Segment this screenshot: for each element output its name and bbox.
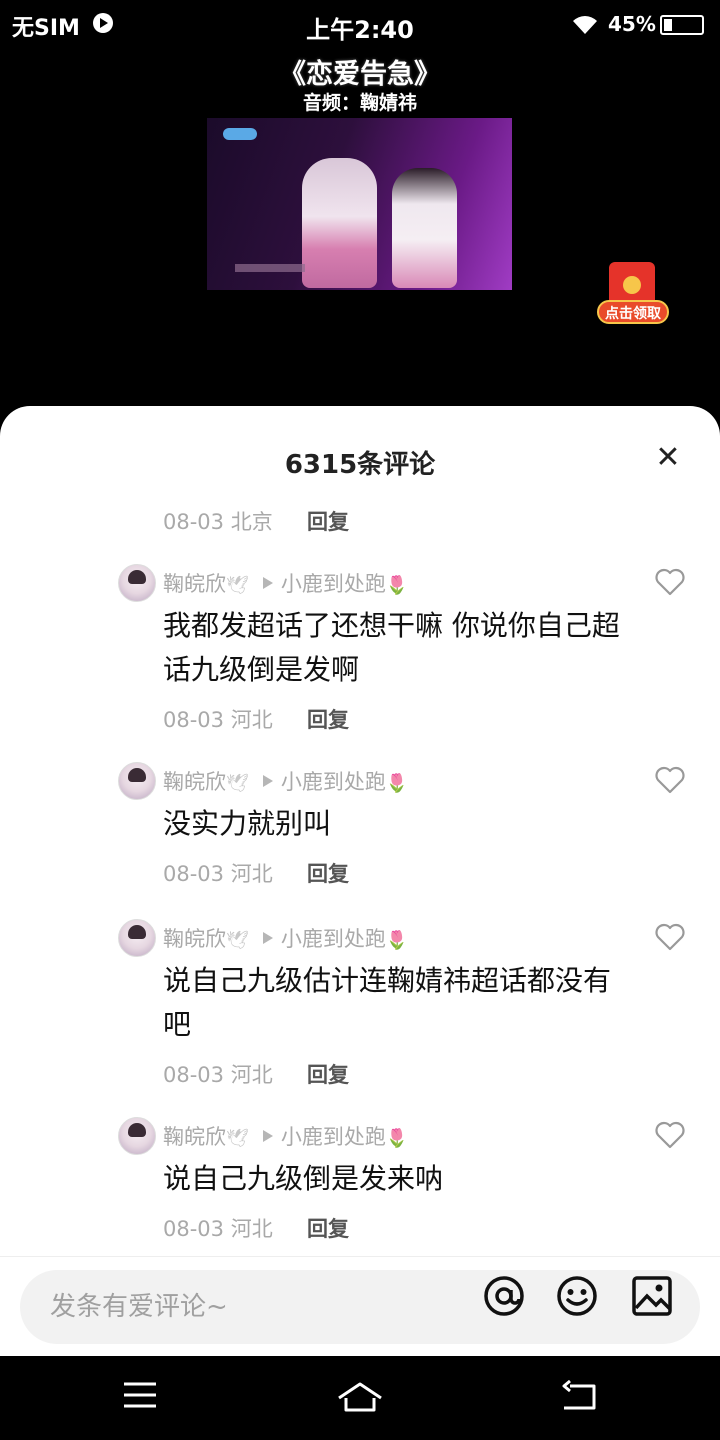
- tulip-icon: 🌷: [385, 1128, 409, 1149]
- comment-meta: 08-03 河北 回复: [163, 704, 349, 734]
- video-title: 《恋爱告急》: [279, 59, 441, 90]
- comment-text: 说自己九级估计连鞠婧祎超话都没有吧: [163, 964, 612, 1041]
- avatar[interactable]: [118, 1117, 156, 1155]
- comment-meta: 08-03 河北 回复: [163, 1059, 349, 1089]
- video-caption-strip: [235, 264, 305, 272]
- dove-icon: 🕊: [226, 1128, 249, 1149]
- reply-button[interactable]: 回复: [307, 704, 349, 734]
- reply-button[interactable]: 回复: [307, 858, 349, 888]
- comments-sheet: 6315条评论 ✕ 08-03 北京 回复 鞠皖欣🕊 小鹿到处跑🌷 我都发超话了还…: [0, 406, 720, 1356]
- dove-icon: 🕊: [226, 930, 249, 951]
- status-bar: 无SIM 上午2:40 45%: [0, 0, 720, 50]
- comment-authors: 鞠皖欣🕊 小鹿到处跑🌷: [163, 766, 408, 796]
- comment-text: 没实力就别叫: [163, 807, 332, 840]
- heart-icon[interactable]: [654, 566, 686, 598]
- reply-to-name[interactable]: 小鹿到处跑: [281, 770, 386, 794]
- author-name[interactable]: 鞠皖欣: [163, 1125, 226, 1149]
- reply-arrow-icon: [262, 775, 273, 787]
- tulip-icon: 🌷: [385, 773, 409, 794]
- reply-button[interactable]: 回复: [307, 1059, 349, 1089]
- battery-icon: [660, 15, 704, 35]
- red-packet-label: 点击领取: [597, 300, 669, 324]
- reply-button[interactable]: 回复: [307, 1213, 349, 1243]
- comment-datetime: 08-03 河北: [163, 1217, 273, 1241]
- coin-icon: [623, 276, 641, 294]
- avatar[interactable]: [118, 564, 156, 602]
- comment-datetime: 08-03 河北: [163, 862, 273, 886]
- heart-icon[interactable]: [654, 764, 686, 796]
- reply-to-name[interactable]: 小鹿到处跑: [281, 572, 386, 596]
- avatar[interactable]: [118, 762, 156, 800]
- home-icon[interactable]: [336, 1380, 384, 1414]
- author-name[interactable]: 鞠皖欣: [163, 572, 226, 596]
- comment-meta: 08-03 河北 回复: [163, 1213, 349, 1243]
- comment-datetime: 08-03 河北: [163, 1063, 273, 1087]
- reply-button[interactable]: 回复: [307, 506, 349, 536]
- comment-meta: 08-03 北京 回复: [163, 506, 349, 536]
- battery-percent: 45%: [608, 12, 656, 36]
- red-packet-button[interactable]: 点击领取: [597, 262, 669, 328]
- reply-arrow-icon: [262, 1130, 273, 1142]
- at-icon[interactable]: [482, 1274, 526, 1318]
- author-name[interactable]: 鞠皖欣: [163, 770, 226, 794]
- author-name[interactable]: 鞠皖欣: [163, 927, 226, 951]
- comment-datetime: 08-03 河北: [163, 708, 273, 732]
- reply-to-name[interactable]: 小鹿到处跑: [281, 1125, 386, 1149]
- image-icon[interactable]: [630, 1274, 674, 1318]
- comment-datetime: 08-03 北京: [163, 510, 273, 534]
- performer-left: [302, 158, 377, 288]
- heart-icon[interactable]: [654, 1119, 686, 1151]
- comment-input-placeholder: 发条有爱评论~: [50, 1292, 228, 1322]
- comment-authors: 鞠皖欣🕊 小鹿到处跑🌷: [163, 1121, 408, 1151]
- system-navigation-bar: [0, 1356, 720, 1440]
- tulip-icon: 🌷: [385, 930, 409, 951]
- reply-to-name[interactable]: 小鹿到处跑: [281, 927, 386, 951]
- comment-text: 说自己九级倒是发来呐: [163, 1162, 444, 1195]
- comments-count-title: 6315条评论: [284, 450, 436, 480]
- back-icon[interactable]: [560, 1380, 598, 1412]
- video-subtitle: 音频：鞠婧祎: [302, 92, 417, 114]
- dove-icon: 🕊: [226, 773, 249, 794]
- heart-icon[interactable]: [654, 921, 686, 953]
- reply-arrow-icon: [262, 932, 273, 944]
- emoji-icon[interactable]: [555, 1274, 599, 1318]
- channel-logo: [223, 128, 257, 140]
- wifi-icon: [573, 16, 597, 34]
- comment-authors: 鞠皖欣🕊 小鹿到处跑🌷: [163, 568, 408, 598]
- comment-meta: 08-03 河北 回复: [163, 858, 349, 888]
- menu-icon[interactable]: [122, 1380, 158, 1410]
- video-frame[interactable]: [207, 118, 512, 290]
- comment-authors: 鞠皖欣🕊 小鹿到处跑🌷: [163, 923, 408, 953]
- dove-icon: 🕊: [226, 575, 249, 596]
- comment-input-bar: 发条有爱评论~: [0, 1256, 720, 1357]
- close-icon[interactable]: ✕: [652, 442, 684, 474]
- comment-text: 我都发超话了还想干嘛 你说你自己超话九级倒是发啊: [163, 609, 620, 686]
- tulip-icon: 🌷: [385, 575, 409, 596]
- avatar[interactable]: [118, 919, 156, 957]
- reply-arrow-icon: [262, 577, 273, 589]
- performer-right: [392, 168, 457, 288]
